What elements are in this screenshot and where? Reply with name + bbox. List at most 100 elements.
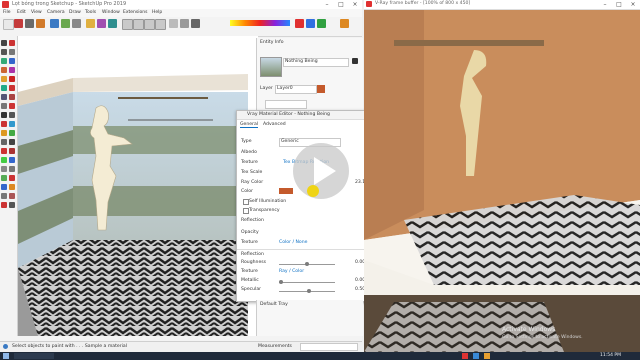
pan-icon[interactable] [61, 19, 70, 28]
menu-extensions[interactable]: Extensions [123, 10, 147, 15]
eraser-icon[interactable] [9, 40, 15, 46]
walk-icon[interactable] [9, 148, 15, 154]
menu-window[interactable]: Window [102, 10, 120, 15]
menu-view[interactable]: View [31, 10, 42, 15]
follow-me-icon[interactable] [9, 94, 15, 100]
roughness-label: Roughness [241, 260, 267, 265]
layout-icon[interactable] [9, 175, 15, 181]
solid-tools-icon[interactable] [1, 193, 7, 199]
render-minimize-button[interactable]: – [598, 0, 612, 9]
toggle-field[interactable] [265, 100, 307, 109]
pan-tool-icon[interactable] [1, 139, 7, 145]
rotate-icon[interactable] [108, 19, 117, 28]
roughness-slider[interactable] [279, 262, 335, 266]
text-icon[interactable] [9, 112, 15, 118]
warehouse-icon[interactable] [9, 166, 15, 172]
material-thumbnail[interactable] [260, 57, 282, 77]
circle-icon[interactable] [9, 58, 15, 64]
vray-interactive-icon[interactable] [306, 19, 315, 28]
paint-icon[interactable] [1, 130, 7, 136]
vray-toolbar[interactable] [230, 20, 290, 26]
specular-slider[interactable] [279, 289, 335, 293]
xray-icon[interactable] [169, 19, 178, 28]
tape-measure-icon[interactable] [1, 103, 7, 109]
view-iso-icon[interactable] [122, 19, 133, 30]
push-pull-tool-icon[interactable] [1, 76, 7, 82]
pencil-tool-icon[interactable] [25, 19, 34, 28]
paint-bucket-icon[interactable] [36, 19, 45, 28]
look-around-icon[interactable] [1, 157, 7, 163]
sketchup-taskbar-icon[interactable] [462, 353, 468, 359]
eraser-tool-icon[interactable] [14, 19, 23, 28]
start-icon[interactable] [3, 353, 9, 359]
protractor-icon[interactable] [9, 103, 15, 109]
shadows-icon[interactable] [1, 202, 7, 208]
explorer-taskbar-icon[interactable] [484, 353, 490, 359]
reflect-texture-link[interactable]: Ray / Color [279, 269, 304, 274]
vray-render-icon[interactable] [295, 19, 304, 28]
extension-warehouse-icon[interactable] [1, 175, 7, 181]
menu-draw[interactable]: Draw [69, 10, 81, 15]
rectangle-icon[interactable] [1, 58, 7, 64]
lock-icon[interactable] [352, 58, 358, 64]
opacity-texture-link[interactable]: Color / None [279, 240, 307, 245]
render-close-button[interactable]: × [626, 0, 640, 9]
zoom-icon[interactable] [72, 19, 81, 28]
axes-icon[interactable] [1, 121, 7, 127]
dimension-icon[interactable] [1, 112, 7, 118]
offset-icon[interactable] [1, 94, 7, 100]
render-maximize-button[interactable]: □ [612, 0, 626, 9]
vray-taskbar-icon[interactable] [473, 353, 479, 359]
extension-icon[interactable] [340, 19, 349, 28]
search-box[interactable] [14, 353, 54, 359]
scale-icon[interactable] [9, 85, 15, 91]
wireframe-icon[interactable] [180, 19, 189, 28]
vray-asset-editor-icon[interactable] [317, 19, 326, 28]
styles-icon[interactable] [9, 193, 15, 199]
zoom-extents-icon[interactable] [1, 148, 7, 154]
layer-select[interactable]: Layer0 [275, 85, 317, 94]
orbit-tool-icon[interactable] [9, 130, 15, 136]
shaded-icon[interactable] [191, 19, 200, 28]
model-viewport[interactable] [18, 36, 258, 336]
material-name-field[interactable]: Nothing Being [283, 58, 349, 67]
arc-icon[interactable] [9, 49, 15, 55]
polygon-icon[interactable] [1, 67, 7, 73]
view-front-icon[interactable] [144, 19, 155, 30]
menu-help[interactable]: Help [152, 10, 162, 15]
position-camera-icon[interactable] [1, 166, 7, 172]
color-swatch-button[interactable] [279, 188, 293, 194]
move-icon[interactable] [97, 19, 106, 28]
metallic-slider[interactable] [279, 280, 335, 284]
close-button[interactable]: × [348, 0, 362, 9]
info-icon[interactable] [3, 344, 8, 349]
ruby-icon[interactable] [1, 184, 7, 190]
tab-general[interactable]: General [240, 122, 259, 128]
view-right-icon[interactable] [155, 19, 166, 30]
maximize-button[interactable]: □ [334, 0, 348, 9]
menu-edit[interactable]: Edit [17, 10, 26, 15]
view-top-icon[interactable] [133, 19, 144, 30]
menu-camera[interactable]: Camera [47, 10, 65, 15]
select-icon[interactable] [1, 40, 7, 46]
freehand-icon[interactable] [9, 67, 15, 73]
rotate-tool-icon[interactable] [1, 85, 7, 91]
line-icon[interactable] [1, 49, 7, 55]
menu-file[interactable]: File [3, 10, 11, 15]
zoom-tool-icon[interactable] [9, 139, 15, 145]
move-tool-icon[interactable] [9, 76, 15, 82]
color-swatch[interactable] [317, 85, 325, 93]
3d-text-icon[interactable] [9, 121, 15, 127]
menu-tools[interactable]: Tools [85, 10, 96, 15]
measurements-input[interactable] [300, 343, 358, 351]
play-button[interactable] [293, 143, 349, 199]
orbit-icon[interactable] [50, 19, 59, 28]
select-tool-icon[interactable] [3, 19, 14, 30]
section-plane-icon[interactable] [9, 157, 15, 163]
tab-advanced[interactable]: Advanced [263, 122, 286, 127]
sandbox-icon[interactable] [9, 184, 15, 190]
push-pull-icon[interactable] [86, 19, 95, 28]
fog-icon[interactable] [9, 202, 15, 208]
minimize-button[interactable]: – [320, 0, 334, 9]
left-toolbar [0, 36, 18, 336]
